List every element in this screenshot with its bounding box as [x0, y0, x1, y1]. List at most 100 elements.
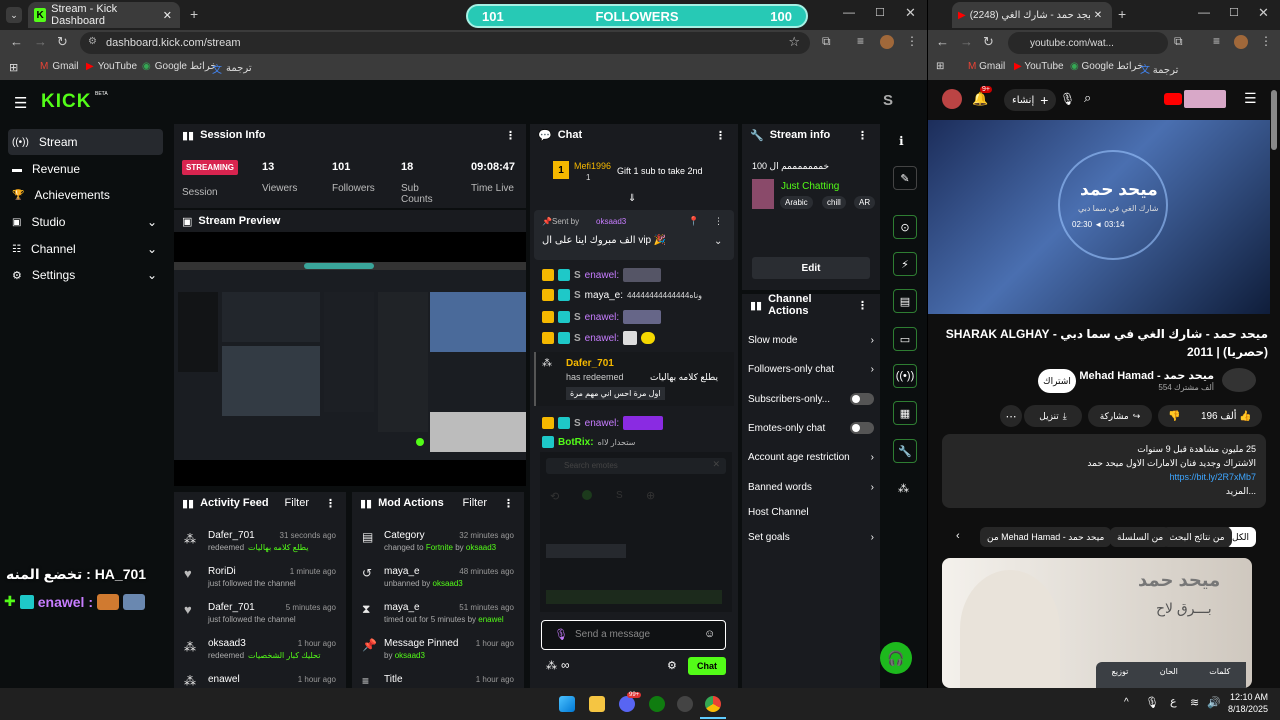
close-window-icon[interactable]: ✕ — [1258, 5, 1269, 21]
chat-bubble-icon[interactable]: ▭ — [893, 327, 917, 351]
maximize-icon[interactable]: ☐ — [1229, 6, 1239, 19]
stream-preview-video[interactable] — [174, 262, 526, 460]
channel-avatar[interactable] — [1222, 368, 1256, 392]
action-host-channel[interactable]: Host Channel — [748, 503, 874, 521]
close-tab-icon[interactable]: ✕ — [163, 9, 172, 22]
chat-settings-icon[interactable]: ⚙ — [667, 659, 677, 672]
mod-row[interactable]: ▤ Category 32 minutes ago changed to Fortni… — [352, 526, 524, 562]
bookmark-gmail[interactable]: M Gmail — [40, 61, 78, 72]
bookmark-youtube[interactable]: ▶ YouTube — [1014, 61, 1064, 72]
notifications-bell-icon[interactable]: 🔔 — [972, 91, 988, 107]
sidebar-item-achievements[interactable]: 🏆 Achievements — [8, 182, 163, 208]
menu-kebab-icon[interactable]: ⋮ — [1260, 34, 1272, 48]
back-icon[interactable]: ← — [936, 34, 949, 49]
video-description[interactable]: 25 مليون مشاهدة قبل 9 سنوات الاشتراك وجد… — [942, 434, 1266, 508]
windows-start-icon[interactable] — [559, 696, 575, 712]
extensions-icon[interactable]: ⧉ — [822, 34, 831, 49]
obs-icon[interactable] — [677, 696, 693, 712]
download-button[interactable]: تنزيل ⤓ — [1024, 405, 1082, 427]
bookmark-youtube[interactable]: ▶ YouTube — [86, 61, 137, 72]
site-info-icon[interactable]: ⚙ — [88, 36, 97, 47]
minimize-icon[interactable]: — — [1198, 5, 1210, 19]
support-headset-icon[interactable]: 🎧 — [880, 642, 912, 674]
mod-row[interactable]: 📌 Message Pinned 1 hour ago by oksaad3 — [352, 634, 524, 670]
url-input[interactable]: ⚙ dashboard.kick.com/stream ☆ — [80, 32, 810, 54]
sidebar-item-channel[interactable]: ☷ Channel ⌄ — [8, 236, 163, 262]
kebab-icon[interactable]: ⋮ — [325, 497, 336, 510]
kebab-icon[interactable]: ⋮ — [857, 129, 868, 142]
youtube-doodle-logo[interactable] — [1184, 90, 1226, 108]
maximize-icon[interactable]: ☐ — [875, 6, 885, 19]
globe-icon[interactable]: ⊕ — [646, 489, 655, 502]
reload-icon[interactable]: ↻ — [983, 34, 994, 50]
chip-channel[interactable]: من Mehad Hamad - ميحد حمد — [980, 527, 1112, 547]
emoji-icon[interactable]: ☺ — [704, 628, 715, 640]
youtube-avatar[interactable] — [942, 89, 962, 109]
like-button[interactable]: 196 ألف 👍 — [1201, 411, 1252, 422]
channel-name[interactable]: Mehad Hamad - ميحد حمد — [1078, 369, 1214, 382]
profile-avatar[interactable] — [1234, 35, 1248, 49]
wrench-icon[interactable]: 🔧 — [893, 439, 917, 463]
edit-stream-button[interactable]: Edit — [752, 257, 870, 279]
chevron-left-icon[interactable]: ‹ — [956, 530, 960, 542]
search-icon[interactable]: ⌕ — [1084, 90, 1091, 106]
close-window-icon[interactable]: ✕ — [905, 5, 916, 21]
forward-icon[interactable]: → — [34, 34, 47, 49]
lightning-icon[interactable]: ⚡ — [893, 252, 917, 276]
chip-search-results[interactable]: من نتائج البحث — [1162, 527, 1232, 547]
layout-icon[interactable]: ▦ — [893, 401, 917, 425]
xbox-icon[interactable] — [649, 696, 665, 712]
apps-grid-icon[interactable]: ⊞ — [9, 61, 18, 74]
minimize-icon[interactable]: — — [843, 5, 855, 19]
clock-date[interactable]: 8/18/2025 — [1222, 704, 1268, 714]
filter-button[interactable]: Filter — [463, 497, 487, 509]
points-icon[interactable]: ⁂ — [898, 482, 909, 495]
redeem-message[interactable]: ⁂ Dafer_701 has redeemed يطلع كلامه بهال… — [534, 352, 734, 406]
filter-button[interactable]: Filter — [285, 497, 309, 509]
chat-message[interactable]: Senawel: — [542, 331, 656, 345]
action-banned-words[interactable]: Banned words › — [748, 478, 874, 496]
bookmark-star-icon[interactable]: ☆ — [788, 34, 800, 50]
bookmark-translate[interactable]: 文 ترجمة — [1140, 61, 1178, 76]
chrome-icon[interactable] — [705, 696, 721, 712]
back-icon[interactable]: ← — [10, 34, 23, 49]
info-circle-icon[interactable]: ℹ — [899, 134, 904, 148]
clock-time[interactable]: 12:10 AM — [1226, 692, 1268, 702]
description-link[interactable]: https://bit.ly/2R7xMb7 — [952, 470, 1256, 484]
forward-icon[interactable]: → — [960, 34, 973, 49]
mic-icon[interactable]: 🎙 — [1060, 92, 1075, 106]
action-set-goals[interactable]: Set goals › — [748, 528, 874, 546]
s-tab-icon[interactable]: S — [616, 490, 623, 501]
close-tab-icon[interactable]: ✕ — [1094, 10, 1102, 21]
kebab-icon[interactable]: ⋮ — [857, 299, 868, 312]
history-icon[interactable]: ⟲ — [550, 490, 559, 503]
extensions-icon[interactable]: ⧉ — [1174, 34, 1183, 49]
chat-message[interactable]: Smaya_e: وناه44444444444444 — [542, 289, 702, 301]
kick-logo[interactable]: KICK — [41, 91, 91, 113]
emote-search-input[interactable]: Search emotes ✕ — [546, 458, 726, 474]
new-tab-icon[interactable]: + — [1118, 6, 1126, 22]
media-icon[interactable]: ≡ — [1213, 34, 1220, 48]
kebab-icon[interactable]: ⋮ — [505, 129, 516, 142]
action-followers-only[interactable]: Followers-only chat › — [748, 360, 874, 378]
scrollbar-thumb[interactable] — [1271, 90, 1277, 150]
bookmark-translate[interactable]: 文 ترجمة — [212, 61, 252, 76]
chat-send-button[interactable]: Chat — [688, 657, 726, 675]
dislike-icon[interactable]: 👎 — [1168, 411, 1180, 422]
share-button[interactable]: مشاركة ↪ — [1088, 405, 1152, 427]
youtube-logo[interactable] — [1164, 93, 1182, 105]
gift-user[interactable]: Mefi1996 — [574, 161, 611, 171]
media-icon[interactable]: ≡ — [857, 34, 864, 48]
wifi-icon[interactable]: ≋ — [1190, 696, 1199, 709]
sidebar-item-settings[interactable]: ⚙ Settings ⌄ — [8, 262, 163, 288]
tray-chevron-icon[interactable]: ^ — [1124, 697, 1129, 708]
hamburger-menu-icon[interactable]: ☰ — [1244, 90, 1257, 107]
chip-series[interactable]: من السلسلة — [1110, 527, 1171, 547]
description-more[interactable]: ...المزيد — [952, 484, 1256, 498]
subscribers-only-toggle[interactable] — [850, 393, 874, 405]
chat-message[interactable]: BotRix: ستحدار لااه — [542, 436, 635, 448]
points-icon[interactable]: ⁂ — [546, 659, 557, 672]
close-icon[interactable]: ✕ — [712, 459, 720, 470]
recommended-thumbnail[interactable]: ميحد حمد بـــرق لاح توزيع الحان كلمات — [942, 558, 1252, 688]
action-subscribers-only[interactable]: Subscribers-only... — [748, 390, 874, 408]
